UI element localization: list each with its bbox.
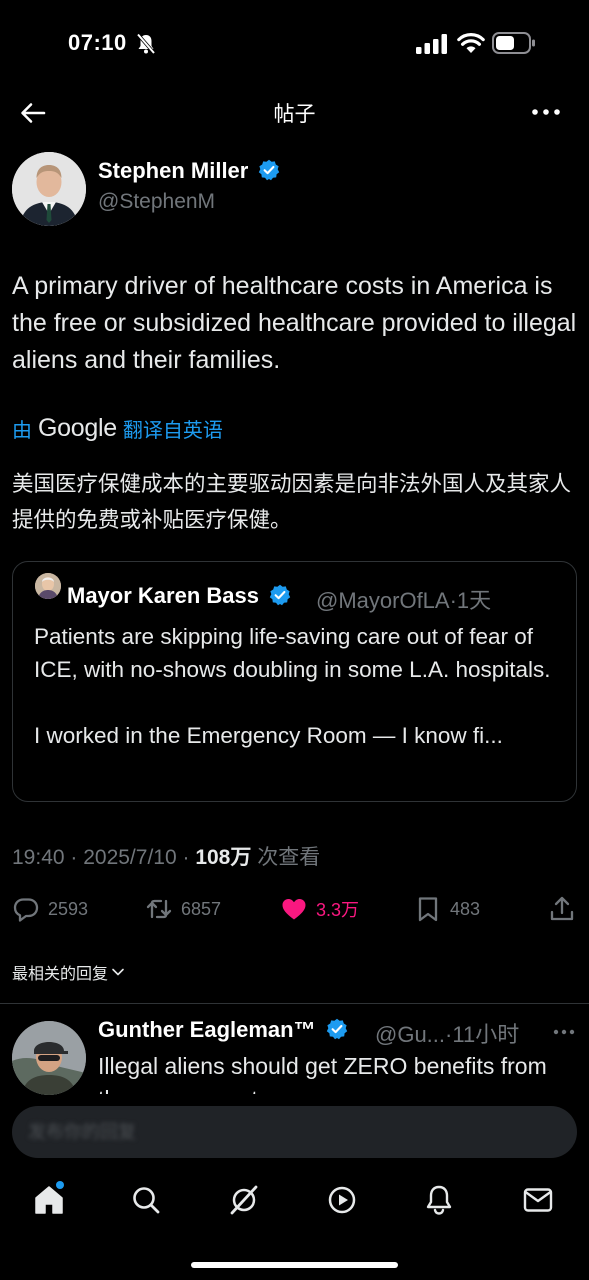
post-text: A primary driver of healthcare costs in … xyxy=(12,272,577,374)
status-time: 07:10 xyxy=(68,30,127,55)
bookmark-count: 483 xyxy=(450,898,481,919)
repost-icon xyxy=(146,899,172,919)
quote-avatar xyxy=(35,573,61,599)
sort-replies-dropdown[interactable]: 最相关的回复 xyxy=(12,960,125,984)
verified-icon xyxy=(259,159,280,181)
translate-prefix: 由 xyxy=(12,420,32,442)
verified-icon xyxy=(326,1018,347,1040)
battery-icon xyxy=(492,32,535,54)
reply-time: ·11小时 xyxy=(445,1022,520,1047)
repost-button[interactable]: 6857 xyxy=(145,895,221,923)
quote-body: Patients are skipping life-saving care o… xyxy=(34,620,564,752)
video-icon[interactable] xyxy=(325,1183,359,1217)
repost-count: 6857 xyxy=(181,898,222,919)
signal-icon xyxy=(416,34,447,54)
chevron-down-icon xyxy=(112,968,124,976)
post-meta: 19:40 · 2025/7/10 · 108万 次查看 xyxy=(12,841,320,871)
home-notification-dot xyxy=(56,1181,64,1189)
reply-author-name[interactable]: Gunther Eagleman™ xyxy=(98,1017,348,1043)
views-label: 次查看 xyxy=(251,846,321,869)
google-logo: Google xyxy=(38,414,117,442)
share-button[interactable] xyxy=(548,895,576,923)
reply-avatar[interactable] xyxy=(12,1021,86,1095)
home-indicator xyxy=(191,1262,398,1268)
notifications-icon[interactable] xyxy=(422,1183,456,1217)
reply-meta: @Gu...·11小时 xyxy=(375,1017,519,1049)
quote-author-name: Mayor Karen Bass xyxy=(67,583,291,609)
more-icon[interactable] xyxy=(552,1022,576,1042)
author-handle[interactable]: @StephenM xyxy=(98,190,215,214)
heart-icon xyxy=(282,899,306,920)
reply-handle: @Gu... xyxy=(375,1022,446,1047)
search-icon[interactable] xyxy=(129,1183,163,1217)
more-icon[interactable] xyxy=(530,100,562,124)
like-count: 3.3万 xyxy=(316,900,360,920)
bookmark-button[interactable]: 483 xyxy=(414,895,480,923)
bookmark-icon xyxy=(418,897,438,922)
page-title: 帖子 xyxy=(273,103,316,126)
reply-count: 2593 xyxy=(48,898,89,919)
reply-icon xyxy=(13,898,39,922)
share-icon xyxy=(550,896,574,921)
bell-muted-icon xyxy=(136,33,156,55)
translate-suffix: 翻译自英语 xyxy=(122,420,223,442)
author-name[interactable]: Stephen Miller xyxy=(98,158,280,184)
sort-label: 最相关的回复 xyxy=(12,966,109,983)
quote-handle: @MayorOfLA·1天 xyxy=(316,588,492,613)
like-button[interactable]: 3.3万 xyxy=(280,895,359,923)
messages-icon[interactable] xyxy=(521,1183,555,1217)
post-timestamp: 19:40 · 2025/7/10 · xyxy=(12,846,196,869)
wifi-icon xyxy=(457,33,485,53)
translation-attribution[interactable]: 由 Google 翻译自英语 xyxy=(12,414,223,443)
reply-button[interactable]: 2593 xyxy=(12,895,88,923)
grok-icon[interactable] xyxy=(227,1183,261,1217)
compose-placeholder: 发布你的回复 xyxy=(28,1122,136,1142)
quoted-post[interactable]: Mayor Karen Bass @MayorOfLA·1天 Patients … xyxy=(12,561,577,802)
quote-paragraph: Patients are skipping life-saving care o… xyxy=(34,624,551,682)
divider xyxy=(0,1003,589,1004)
translated-text: 美国医疗保健成本的主要驱动因素是向非法外国人及其家人提供的免费或补贴医疗保健。 xyxy=(12,472,572,532)
views-count: 108万 xyxy=(195,846,252,869)
verified-icon xyxy=(269,584,291,606)
reply-text: Illegal aliens should get ZERO benefits … xyxy=(98,1053,547,1094)
quote-time: ·1天 xyxy=(449,588,492,613)
quote-paragraph: I worked in the Emergency Room — I know … xyxy=(34,723,503,748)
author-avatar[interactable] xyxy=(12,152,86,226)
